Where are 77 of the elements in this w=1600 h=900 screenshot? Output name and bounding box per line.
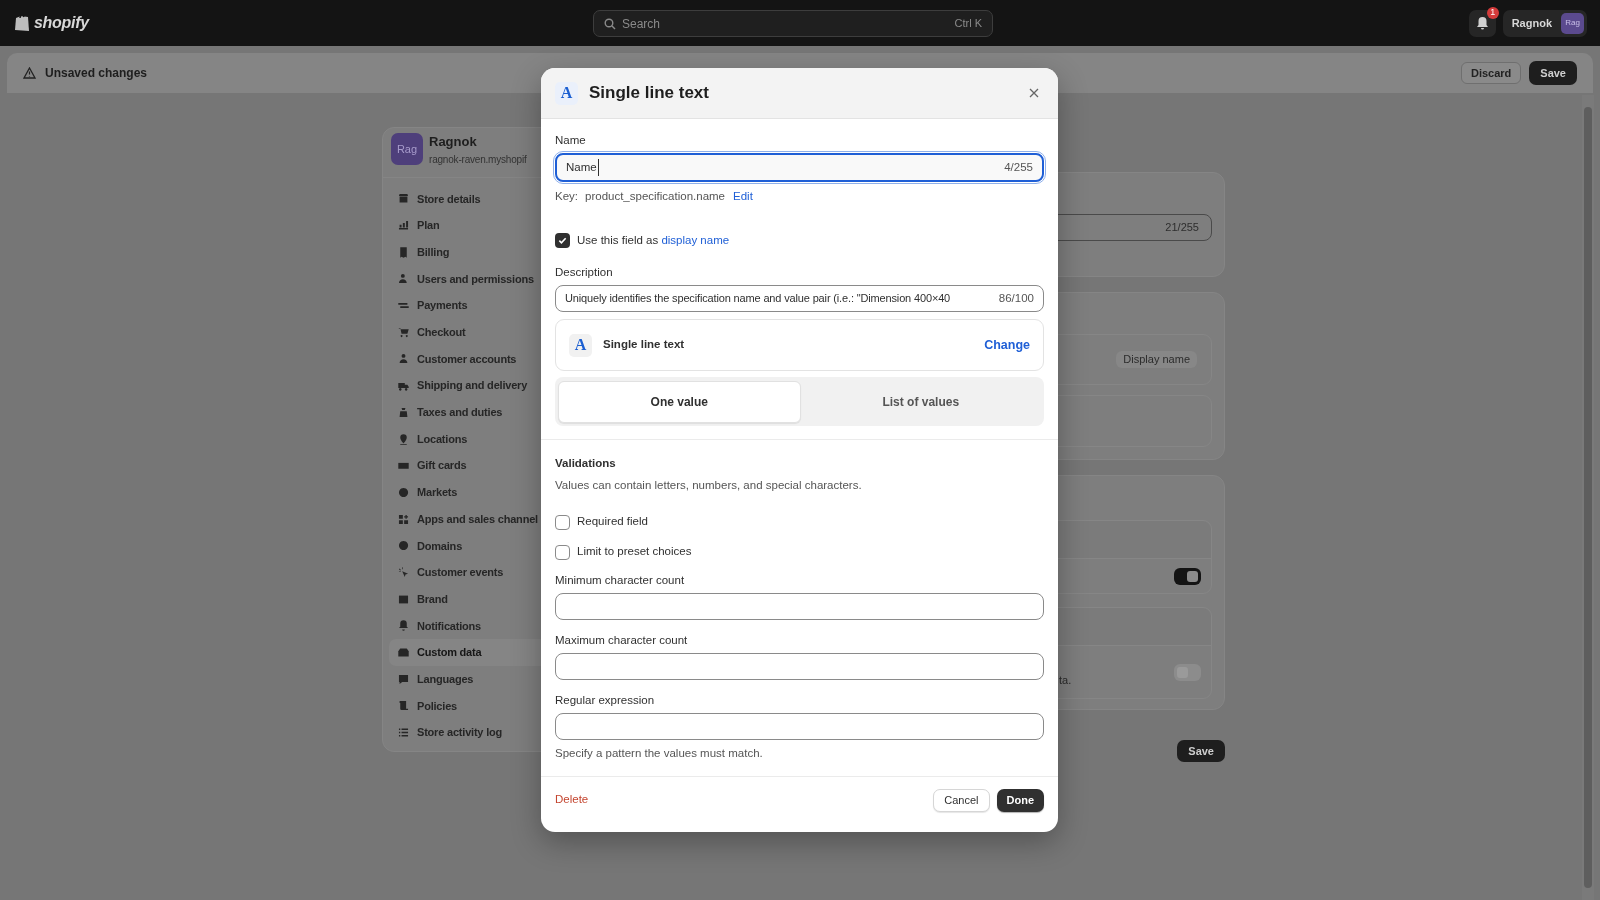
person-icon <box>397 272 410 286</box>
description-field[interactable]: Uniquely identifies the specification name and value pair (i.e.: "Dimension 400×40 86/100 <box>555 285 1044 312</box>
sidebar-item[interactable]: Locations <box>389 425 615 453</box>
save-button[interactable]: Save <box>1529 61 1577 85</box>
search-icon <box>604 17 616 30</box>
checkbox[interactable] <box>555 544 570 560</box>
key-value: product_specification.name <box>585 189 725 205</box>
bag-icon <box>397 405 410 419</box>
grid-icon <box>397 512 410 526</box>
notification-badge: 1 <box>1486 6 1499 19</box>
segment-tab[interactable]: List of values <box>800 380 1041 423</box>
receipt-icon <box>397 245 410 259</box>
pin-icon <box>397 432 410 446</box>
document-icon <box>397 699 410 713</box>
segment-tab[interactable]: One value <box>558 380 801 423</box>
text-type-icon: A <box>555 81 578 105</box>
section-title: Validations <box>555 456 617 471</box>
cursor-icon <box>397 565 410 579</box>
shopping-bag-logo-icon <box>13 13 31 33</box>
delete-link[interactable]: Delete <box>555 791 589 809</box>
field-value: Name <box>566 159 599 177</box>
checkbox[interactable] <box>555 232 570 248</box>
character-counter: 21/255 <box>1165 220 1199 236</box>
store-domain: ragnok-raven.myshopif <box>429 152 527 167</box>
key-label: Key: <box>555 189 578 205</box>
change-link[interactable]: Change <box>984 335 1030 355</box>
logo-text: shopify <box>34 13 89 33</box>
text-type-icon: A <box>569 333 592 357</box>
checkbox-label: Limit to preset choices <box>577 544 692 560</box>
description-text: ta. <box>1059 673 1072 688</box>
field-label: Name <box>555 133 587 148</box>
toggle-switch[interactable] <box>1174 663 1201 681</box>
edit-link[interactable]: Edit <box>733 188 753 206</box>
speech-icon <box>397 672 410 686</box>
done-button[interactable]: Done <box>996 788 1044 812</box>
display-name-tag: Display name <box>1116 351 1197 368</box>
shortcut-hint: Ctrl K <box>954 16 982 32</box>
checkbox-label: Required field <box>577 514 648 530</box>
field-label: Minimum character count <box>555 572 686 588</box>
text-field[interactable] <box>555 592 1044 620</box>
character-counter: 4/255 <box>1004 160 1033 176</box>
unsaved-changes-title: Unsaved changes <box>45 65 148 82</box>
text-field[interactable] <box>555 713 1044 741</box>
sidebar-item[interactable]: Languages <box>389 665 615 693</box>
store-avatar: Rag <box>391 133 423 166</box>
display-name-link[interactable]: display name <box>661 233 730 246</box>
section-hint: Values can contain letters, numbers, and special characters. <box>555 478 863 494</box>
help-text: Specify a pattern the values must match. <box>555 746 764 762</box>
field-label: Description <box>555 264 614 280</box>
text-field[interactable] <box>555 653 1044 680</box>
sidebar-item[interactable]: Brand <box>389 585 615 613</box>
notifications-button[interactable]: 1 <box>1468 9 1496 37</box>
search-field[interactable]: Search Ctrl K <box>593 10 993 37</box>
checkbox-label: Use this field as display name <box>577 232 730 248</box>
field-label: Regular expression <box>555 693 656 708</box>
warning-icon <box>23 67 36 79</box>
person-icon <box>397 352 410 366</box>
bell-icon <box>1475 16 1489 30</box>
store-name: Ragnok <box>429 133 478 151</box>
checkbox[interactable] <box>555 514 570 530</box>
account-button[interactable]: Ragnok Rag <box>1502 9 1587 37</box>
cancel-button[interactable]: Cancel <box>933 788 990 812</box>
character-counter: 86/100 <box>998 290 1034 306</box>
cart-icon <box>397 325 410 339</box>
type-name: Single line text <box>603 337 685 353</box>
search-placeholder: Search <box>622 15 662 33</box>
dialog-title: Single line text <box>589 82 709 105</box>
scrollbar[interactable] <box>1582 95 1594 900</box>
toggle-switch[interactable] <box>1174 567 1201 585</box>
name-field[interactable]: Name 4/255 <box>555 153 1044 183</box>
bell-icon <box>397 619 410 633</box>
sidebar-item[interactable]: Store activity log <box>389 719 615 746</box>
save-button[interactable]: Save <box>1177 740 1225 762</box>
discard-button[interactable]: Discard <box>1460 62 1522 84</box>
avatar: Rag <box>1561 12 1584 34</box>
close-icon <box>1029 88 1039 98</box>
checkmark-icon <box>558 235 567 245</box>
